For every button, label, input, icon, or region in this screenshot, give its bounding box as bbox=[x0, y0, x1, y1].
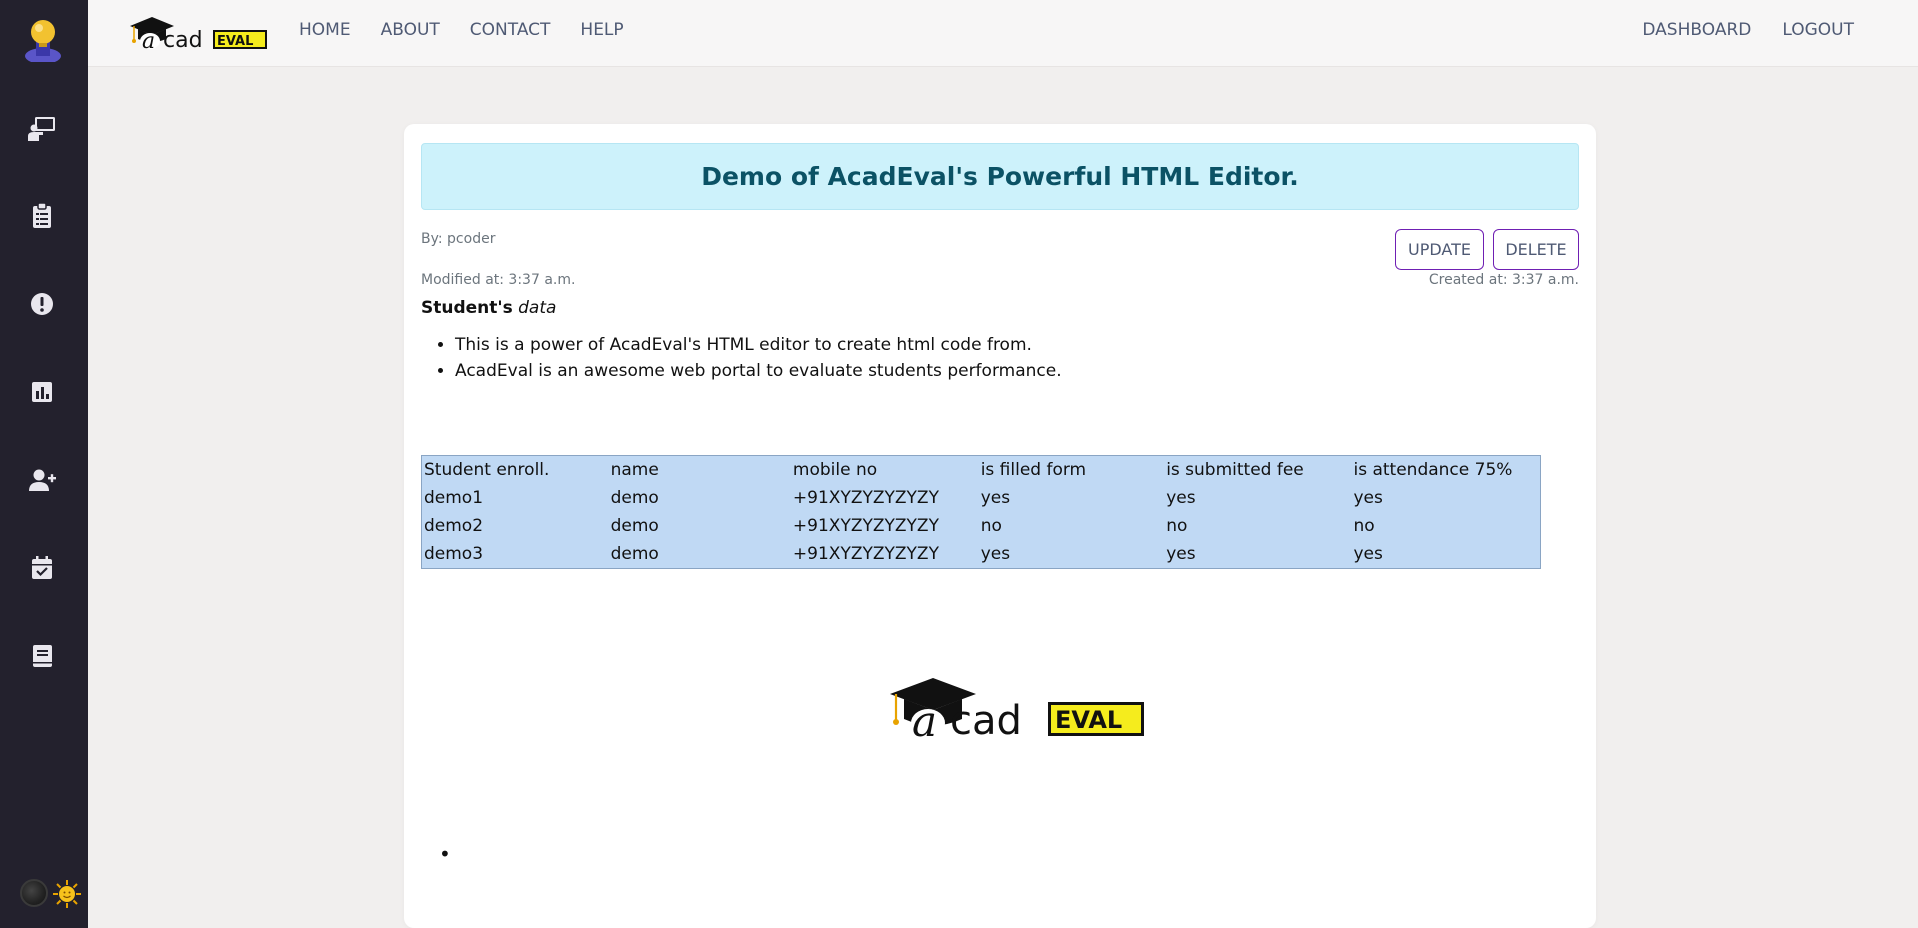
content-heading: Student's data bbox=[421, 298, 556, 318]
content-heading-italic: data bbox=[518, 298, 557, 318]
content-bullet-list: This is a power of AcadEval's HTML edito… bbox=[421, 332, 1062, 384]
user-avatar-icon[interactable] bbox=[22, 16, 64, 64]
table-row: demo1 demo +91XYZYZYZYZY yes yes yes bbox=[422, 484, 1541, 512]
svg-text:EVAL: EVAL bbox=[1055, 706, 1122, 734]
table-cell: +91XYZYZYZYZY bbox=[792, 516, 939, 536]
svg-text:cad: cad bbox=[950, 698, 1022, 742]
bar-chart-icon[interactable] bbox=[24, 374, 60, 410]
acadeval-content-logo: a cad EVAL bbox=[888, 674, 1144, 746]
teacher-board-icon[interactable] bbox=[24, 110, 60, 146]
table-header-cell: is filled form bbox=[980, 460, 1087, 480]
table-cell: yes bbox=[980, 544, 1011, 564]
table-cell: yes bbox=[1353, 544, 1383, 564]
post-created-time: Created at: 3:37 a.m. bbox=[1428, 272, 1579, 288]
post-title-box: Demo of AcadEval's Powerful HTML Editor. bbox=[421, 143, 1579, 210]
list-item: AcadEval is an awesome web portal to eva… bbox=[455, 358, 1062, 384]
table-cell: yes bbox=[1353, 488, 1383, 508]
table-cell: no bbox=[1353, 516, 1375, 536]
table-cell: demo bbox=[610, 488, 659, 508]
table-cell: yes bbox=[1166, 488, 1196, 508]
table-cell: +91XYZYZYZYZY bbox=[792, 544, 939, 564]
nav-help[interactable]: HELP bbox=[580, 20, 623, 40]
svg-text:a: a bbox=[912, 697, 937, 742]
table-cell: yes bbox=[1166, 544, 1196, 564]
alert-circle-icon[interactable] bbox=[24, 286, 60, 322]
table-cell: demo1 bbox=[424, 488, 484, 508]
theme-toggle[interactable] bbox=[18, 876, 84, 912]
list-item: This is a power of AcadEval's HTML edito… bbox=[455, 332, 1062, 358]
table-header-cell: Student enroll. bbox=[424, 460, 550, 480]
nav-home[interactable]: HOME bbox=[299, 20, 351, 40]
acadeval-logo[interactable]: a cad EVAL bbox=[128, 14, 268, 54]
post-card: Demo of AcadEval's Powerful HTML Editor.… bbox=[404, 124, 1596, 928]
nav-contact[interactable]: CONTACT bbox=[470, 20, 551, 40]
table-header-cell: is attendance 75% bbox=[1353, 460, 1513, 480]
delete-button[interactable]: DELETE bbox=[1493, 229, 1579, 270]
table-row: demo2 demo +91XYZYZYZYZY no no no bbox=[422, 512, 1541, 540]
table-cell: demo3 bbox=[424, 544, 484, 564]
table-cell: no bbox=[980, 516, 1002, 536]
table-header-row: Student enroll. name mobile no is filled… bbox=[422, 456, 1541, 485]
sun-icon[interactable] bbox=[52, 879, 82, 909]
top-navbar: a cad EVAL HOME ABOUT CONTACT HELP DASHB… bbox=[88, 0, 1918, 67]
dark-mode-icon[interactable] bbox=[20, 879, 48, 907]
add-user-icon[interactable] bbox=[24, 462, 60, 498]
content-heading-bold: Student's bbox=[421, 298, 513, 318]
table-cell: demo2 bbox=[424, 516, 484, 536]
table-cell: demo bbox=[610, 544, 659, 564]
nav-right: DASHBOARD LOGOUT bbox=[1611, 20, 1854, 40]
nav-dashboard[interactable]: DASHBOARD bbox=[1642, 20, 1751, 40]
student-data-table: Student enroll. name mobile no is filled… bbox=[421, 455, 1541, 569]
empty-bullet-list bbox=[439, 842, 451, 866]
table-header-cell: name bbox=[610, 460, 659, 480]
table-row: demo3 demo +91XYZYZYZYZY yes yes yes bbox=[422, 540, 1541, 569]
book-icon[interactable] bbox=[24, 638, 60, 674]
table-cell: +91XYZYZYZYZY bbox=[792, 488, 939, 508]
update-button[interactable]: UPDATE bbox=[1395, 229, 1484, 270]
post-title: Demo of AcadEval's Powerful HTML Editor. bbox=[701, 162, 1299, 191]
table-header-cell: mobile no bbox=[792, 460, 878, 480]
post-author: By: pcoder bbox=[421, 231, 496, 247]
svg-text:EVAL: EVAL bbox=[217, 34, 253, 49]
clipboard-icon[interactable] bbox=[24, 198, 60, 234]
svg-text:a: a bbox=[142, 29, 155, 52]
table-cell: yes bbox=[980, 488, 1011, 508]
nav-about[interactable]: ABOUT bbox=[381, 20, 440, 40]
list-item bbox=[439, 842, 451, 866]
nav-logout[interactable]: LOGOUT bbox=[1782, 20, 1854, 40]
sidebar bbox=[0, 0, 88, 928]
post-modified-time: Modified at: 3:37 a.m. bbox=[421, 272, 576, 288]
table-header-cell: is submitted fee bbox=[1166, 460, 1304, 480]
table-cell: no bbox=[1166, 516, 1188, 536]
svg-text:cad: cad bbox=[163, 28, 203, 52]
table-cell: demo bbox=[610, 516, 659, 536]
nav-left: HOME ABOUT CONTACT HELP bbox=[299, 20, 654, 40]
calendar-check-icon[interactable] bbox=[24, 550, 60, 586]
